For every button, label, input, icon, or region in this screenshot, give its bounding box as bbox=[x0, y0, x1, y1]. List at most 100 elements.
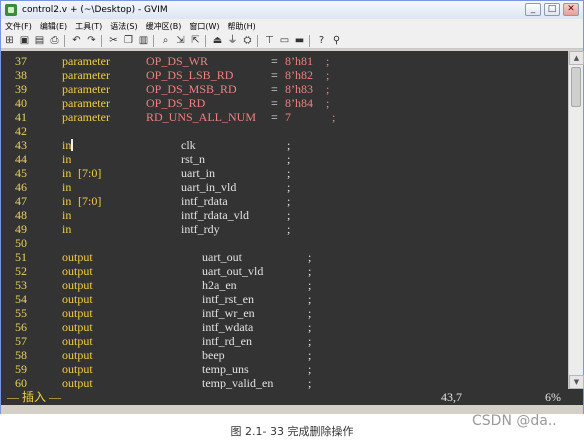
signal-name: h2a_en bbox=[202, 278, 237, 292]
menu-buffers[interactable]: 缓冲区(B) bbox=[142, 21, 186, 32]
assign-operator: = bbox=[271, 110, 281, 124]
keyword-output: output bbox=[62, 250, 93, 264]
keyword-output: output bbox=[62, 348, 93, 362]
parameter-name: OP_DS_LSB_RD bbox=[146, 68, 234, 82]
statement-end: ; bbox=[323, 68, 330, 82]
semicolon: ; bbox=[308, 250, 312, 264]
find-prev-icon[interactable]: ⇱ bbox=[189, 34, 202, 47]
vertical-scrollbar[interactable]: ▲ ▼ bbox=[568, 51, 584, 389]
assign-operator: = bbox=[271, 82, 281, 96]
signal-name: uart_in bbox=[181, 166, 215, 180]
scroll-up-icon[interactable]: ▲ bbox=[569, 51, 584, 65]
signal-name: uart_out_vld bbox=[202, 264, 264, 278]
semicolon: ; bbox=[287, 222, 291, 236]
signal-name: temp_uns bbox=[202, 362, 249, 376]
assign-operator: = bbox=[271, 96, 281, 110]
close-button[interactable]: ✕ bbox=[563, 3, 579, 16]
help-icon[interactable]: ? bbox=[315, 34, 328, 47]
keyword-parameter: parameter bbox=[62, 82, 110, 96]
parameter-value: 8’h83 bbox=[285, 82, 313, 96]
code-line: 47 in [7:0] intf_rdata; bbox=[1, 194, 568, 208]
shell-icon[interactable]: ▭ bbox=[278, 34, 291, 47]
editor-area[interactable]: 37 parameter OP_DS_WR = 8’h81 ; 38 parameter O… bbox=[1, 51, 568, 389]
code-line: 39 parameter OP_DS_MSB_RD = 8’h83 ; bbox=[1, 82, 568, 96]
line-number: 42 bbox=[15, 124, 27, 138]
keyword-output: output bbox=[62, 376, 93, 389]
tags-icon[interactable]: ▬ bbox=[293, 34, 306, 47]
bit-width: [7:0] bbox=[78, 194, 102, 208]
line-number: 49 bbox=[15, 222, 27, 236]
keyword-output: output bbox=[62, 320, 93, 334]
parameter-value: 8’h82 bbox=[285, 68, 313, 82]
help-find-icon[interactable]: ⚲ bbox=[330, 34, 343, 47]
scroll-down-icon[interactable]: ▼ bbox=[569, 375, 584, 389]
line-number: 54 bbox=[15, 292, 27, 306]
signal-name: intf_rdata_vld bbox=[181, 208, 249, 222]
code-line: 44 in rst_n; bbox=[1, 152, 568, 166]
toolbar-separator bbox=[64, 34, 65, 47]
statement-end: ; bbox=[323, 54, 330, 68]
line-number: 59 bbox=[15, 362, 27, 376]
line-number: 56 bbox=[15, 320, 27, 334]
assign-operator: = bbox=[271, 68, 281, 82]
line-number: 38 bbox=[15, 68, 27, 82]
keyword-parameter: parameter bbox=[62, 110, 110, 124]
keyword-output: output bbox=[62, 292, 93, 306]
save-session-icon[interactable]: ⏚ bbox=[226, 34, 239, 47]
title-bar[interactable]: control2.v + (~\Desktop) - GVIM _ □ ✕ bbox=[1, 1, 583, 19]
status-line: — 插入 — 43,7 6% bbox=[1, 389, 583, 405]
semicolon: ; bbox=[308, 320, 312, 334]
parameter-value: 8’h81 bbox=[285, 54, 313, 68]
line-number: 45 bbox=[15, 166, 27, 180]
line-number: 39 bbox=[15, 82, 27, 96]
scrollbar-thumb[interactable] bbox=[571, 67, 581, 107]
paste-icon[interactable]: ▥ bbox=[137, 34, 150, 47]
gvim-window: control2.v + (~\Desktop) - GVIM _ □ ✕ 文件… bbox=[0, 0, 584, 414]
signal-name: rst_n bbox=[181, 152, 205, 166]
copy-icon[interactable]: ❐ bbox=[122, 34, 135, 47]
code-line: 58 output beep; bbox=[1, 348, 568, 362]
keyword-input: in bbox=[62, 180, 72, 194]
keyword-output: output bbox=[62, 306, 93, 320]
menu-file[interactable]: 文件(F) bbox=[1, 21, 36, 32]
scroll-percent: 6% bbox=[545, 390, 561, 404]
keyword-input: in bbox=[62, 152, 72, 166]
figure-caption: 图 2.1- 33 完成删除操作 bbox=[230, 425, 354, 438]
menu-window[interactable]: 窗口(W) bbox=[185, 21, 223, 32]
menu-help[interactable]: 帮助(H) bbox=[224, 21, 260, 32]
code-line: 60 output temp_valid_en; bbox=[1, 376, 568, 389]
save-all-icon[interactable]: ▤ bbox=[33, 34, 46, 47]
code-line: 49 in intf_rdy; bbox=[1, 222, 568, 236]
keyword-input: in bbox=[62, 222, 72, 236]
keyword-input: in bbox=[62, 138, 74, 152]
run-script-icon[interactable]: ⛭ bbox=[241, 34, 254, 47]
semicolon: ; bbox=[308, 376, 312, 389]
semicolon: ; bbox=[287, 138, 291, 152]
keyword-output: output bbox=[62, 264, 93, 278]
code-line: 43 in clk; bbox=[1, 138, 568, 152]
menu-syntax[interactable]: 语法(S) bbox=[106, 21, 141, 32]
line-number: 41 bbox=[15, 110, 27, 124]
signal-name: uart_in_vld bbox=[181, 180, 237, 194]
keyword-parameter: parameter bbox=[62, 96, 110, 110]
open-icon[interactable]: ⊞ bbox=[3, 34, 16, 47]
cut-icon[interactable]: ✂ bbox=[107, 34, 120, 47]
line-number: 58 bbox=[15, 348, 27, 362]
maximize-button[interactable]: □ bbox=[544, 3, 560, 16]
print-icon[interactable]: ⎙ bbox=[48, 34, 61, 47]
save-icon[interactable]: ▣ bbox=[18, 34, 31, 47]
make-icon[interactable]: ⊤ bbox=[263, 34, 276, 47]
find-icon[interactable]: ⌕ bbox=[159, 34, 172, 47]
menu-edit[interactable]: 编辑(E) bbox=[36, 21, 71, 32]
minimize-button[interactable]: _ bbox=[525, 3, 541, 16]
keyword-parameter: parameter bbox=[62, 54, 110, 68]
signal-name: uart_out bbox=[202, 250, 242, 264]
find-next-icon[interactable]: ⇲ bbox=[174, 34, 187, 47]
semicolon: ; bbox=[308, 306, 312, 320]
menu-tools[interactable]: 工具(T) bbox=[71, 21, 106, 32]
load-session-icon[interactable]: ⏏ bbox=[211, 34, 224, 47]
redo-icon[interactable]: ↷ bbox=[85, 34, 98, 47]
toolbar-separator bbox=[205, 34, 206, 47]
undo-icon[interactable]: ↶ bbox=[70, 34, 83, 47]
semicolon: ; bbox=[287, 166, 291, 180]
